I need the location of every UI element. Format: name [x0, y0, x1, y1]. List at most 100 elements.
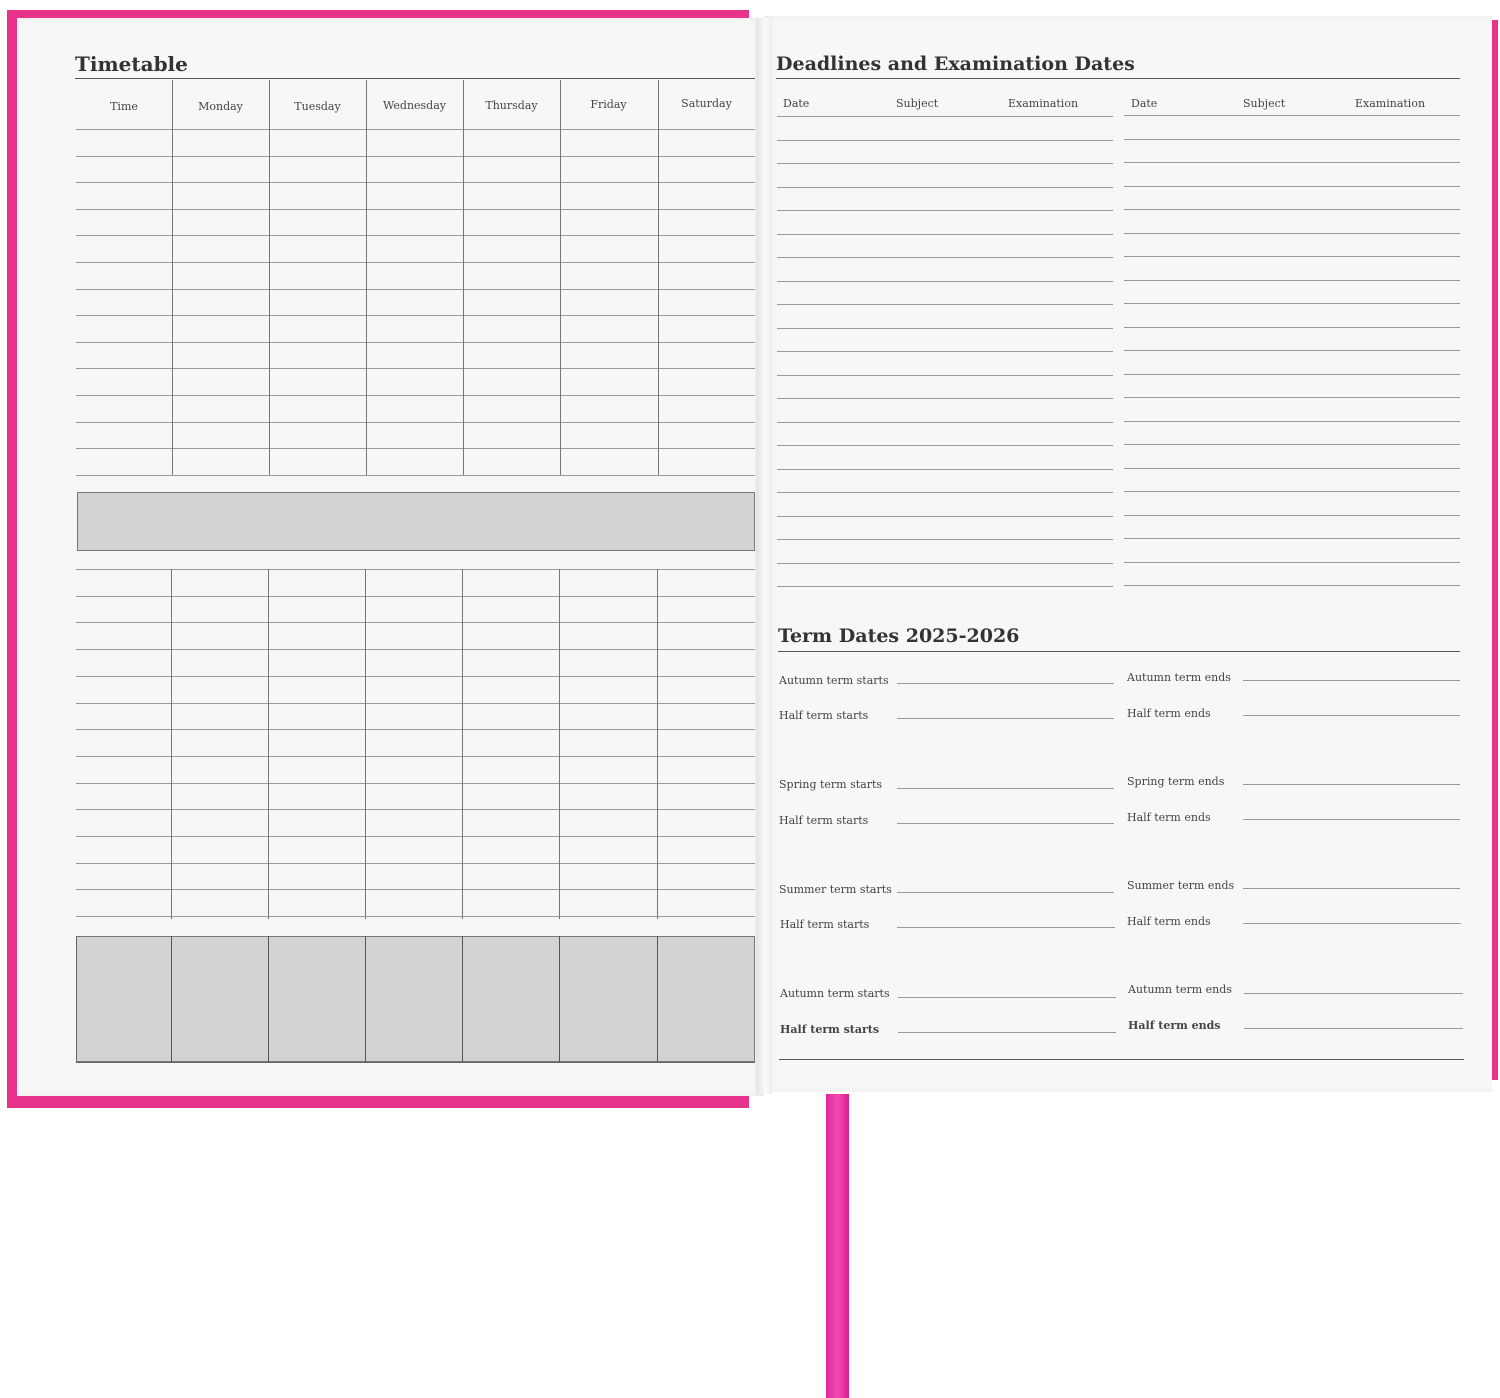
term-fill-line: [897, 718, 1114, 719]
timetable-row-line: [76, 862, 755, 864]
deadlines-row-line: [777, 210, 1113, 211]
deadlines-row-line: [1124, 326, 1460, 328]
timetable-row-line: [76, 421, 755, 423]
term-fill-line: [1244, 993, 1463, 994]
deadlines-row-line: [1124, 467, 1460, 469]
timetable-row-line: [76, 595, 755, 597]
term-fill-line: [897, 892, 1114, 893]
term-label-left: Half term starts: [779, 709, 869, 722]
deadlines-row-line: [777, 562, 1113, 564]
left-page: [17, 18, 764, 1096]
deadlines-row-line: [777, 398, 1113, 399]
timetable-column-line: [269, 80, 270, 475]
deadlines-row-line: [777, 539, 1113, 540]
term-fill-line: [897, 927, 1115, 928]
deadlines-row-line: [777, 233, 1113, 235]
timetable-shaded-footer: [76, 936, 755, 1062]
timetable-footer-divider: [171, 936, 172, 1062]
timetable-column-line: [559, 569, 560, 919]
deadlines-row-line: [1124, 185, 1460, 187]
term-label-right: Half term ends: [1127, 915, 1211, 928]
timetable-row-line: [76, 702, 755, 704]
deadlines-col-date-2: Date: [1131, 97, 1158, 110]
timetable-row-line: [76, 474, 755, 476]
timetable-column-line: [657, 569, 658, 919]
term-dates-title-rule: [778, 651, 1460, 652]
deadlines-row-line: [777, 304, 1113, 305]
timetable-row-line: [76, 235, 755, 237]
deadlines-row-line: [1124, 232, 1460, 234]
deadlines-row-line: [777, 186, 1113, 188]
timetable-column-line: [268, 569, 269, 919]
timetable-row-line: [76, 395, 755, 396]
timetable-row-line: [76, 622, 755, 624]
timetable-row-line: [76, 315, 755, 317]
term-dates-title: Term Dates 2025-2026: [778, 625, 1020, 647]
deadlines-row-line: [777, 515, 1113, 517]
term-label-right: Autumn term ends: [1128, 983, 1232, 996]
timetable-col-wednesday: Wednesday: [382, 99, 446, 112]
deadlines-row-line: [777, 116, 1113, 117]
timetable-title: Timetable: [75, 52, 188, 76]
deadlines-col-subject-1: Subject: [896, 97, 939, 110]
deadlines-row-line: [1124, 256, 1460, 257]
deadlines-row-line: [1124, 162, 1460, 163]
deadlines-row-line: [1124, 138, 1460, 140]
timetable-footer-divider: [559, 936, 560, 1062]
term-fill-line: [897, 788, 1114, 789]
timetable-row-line: [76, 129, 755, 130]
timetable-column-line: [172, 80, 173, 475]
deadlines-row-line: [777, 586, 1113, 587]
timetable-row-line: [76, 916, 755, 918]
timetable-row-line: [76, 155, 755, 157]
term-fill-line: [898, 1032, 1116, 1033]
term-fill-line: [1243, 784, 1460, 785]
term-fill-line: [1243, 680, 1460, 681]
term-label-right: Half term ends: [1127, 811, 1211, 824]
timetable-footer-divider: [268, 936, 269, 1062]
deadlines-row-line: [1124, 561, 1460, 563]
timetable-row-line: [76, 836, 755, 837]
deadlines-row-line: [1124, 209, 1460, 210]
bookmark-ribbon[interactable]: [826, 1094, 849, 1398]
term-fill-line: [1244, 1028, 1463, 1029]
timetable-column-line: [560, 80, 561, 475]
deadlines-row-line: [777, 257, 1113, 258]
term-label-left: Half term starts: [779, 814, 869, 827]
deadlines-row-line: [777, 421, 1113, 423]
term-label-left: Half term starts: [780, 918, 870, 931]
timetable-col-thursday: Thursday: [485, 99, 538, 112]
timetable-row-line: [76, 675, 755, 677]
deadlines-col-subject-2: Subject: [1243, 97, 1286, 110]
timetable-footer-divider: [462, 936, 463, 1062]
timetable-footer-divider: [657, 936, 658, 1062]
timetable-row-line: [76, 809, 755, 811]
deadlines-row-line: [1124, 373, 1460, 375]
deadlines-row-line: [1124, 514, 1460, 516]
timetable-column-line: [366, 80, 367, 475]
timetable-row-line: [76, 755, 755, 757]
deadlines-row-line: [777, 327, 1113, 329]
deadlines-row-line: [1124, 303, 1460, 304]
timetable-col-friday: Friday: [590, 98, 627, 111]
deadlines-row-line: [1124, 115, 1460, 116]
timetable-column-line: [462, 569, 463, 919]
term-label-right: Spring term ends: [1127, 775, 1225, 788]
term-label-left: Summer term starts: [779, 883, 892, 896]
timetable-col-monday: Monday: [198, 100, 243, 113]
timetable-row-line: [76, 649, 755, 651]
timetable-row-line: [76, 341, 755, 343]
timetable-row-line: [76, 182, 755, 184]
deadlines-row-line: [1124, 538, 1460, 539]
deadlines-col-examination-2: Examination: [1355, 97, 1426, 110]
timetable-title-rule: [75, 78, 755, 79]
term-label-left: Half term starts: [780, 1023, 880, 1036]
deadlines-row-line: [1124, 444, 1460, 445]
term-dates-bottom-rule: [779, 1059, 1464, 1060]
term-label-right: Autumn term ends: [1127, 671, 1231, 684]
timetable-row-line: [76, 569, 755, 570]
term-fill-line: [898, 997, 1116, 998]
deadlines-row-line: [777, 280, 1113, 282]
page-gutter: [756, 18, 772, 1094]
deadlines-row-line: [1124, 420, 1460, 422]
